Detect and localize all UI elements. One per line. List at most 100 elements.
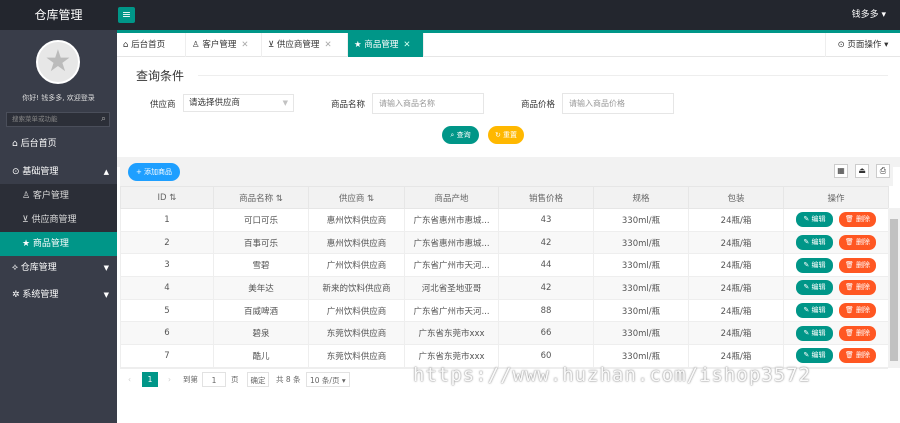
- col-supplier[interactable]: 供应商 ⇅: [308, 186, 405, 209]
- user-menu[interactable]: 钱多多 ▾: [852, 0, 886, 30]
- table-cell: 66: [498, 321, 594, 346]
- export-icon[interactable]: ⏏: [855, 164, 869, 178]
- supplier-label: 供应商: [150, 100, 176, 110]
- close-icon[interactable]: ✕: [241, 40, 248, 50]
- page-size-select[interactable]: 10 条/页 ▾: [306, 372, 350, 387]
- col-actions: 操作: [783, 186, 889, 209]
- table-row: 2 百事可乐 惠州饮料供应商 广东省惠州市惠城... 42 330ml/瓶 24瓶/箱 ✎ 编…: [120, 230, 889, 255]
- table-cell: 广东省惠州市惠城...: [404, 230, 499, 255]
- table-row: 3 雪碧 广州饮料供应商 广东省广州市天河... 44 330ml/瓶 24瓶/箱 ✎ 编辑 🗑…: [120, 253, 889, 278]
- goods-name-input[interactable]: 请输入商品名称: [372, 93, 484, 114]
- goods-table: ID ⇅ 商品名称 ⇅ 供应商 ⇅ 商品产地 销售价格 规格 包装 操作 1 可口…: [120, 186, 889, 368]
- sidebar-item-customers[interactable]: ♙ 客户管理: [0, 184, 117, 208]
- close-icon[interactable]: ✕: [324, 40, 331, 50]
- table-cell: 330ml/瓶: [593, 230, 689, 255]
- tab-suppliers[interactable]: ⊻ 供应商管理 ✕: [262, 33, 348, 57]
- table-cell: 广东省东莞市xxx: [404, 321, 499, 346]
- table-cell: 广州饮料供应商: [308, 298, 405, 323]
- edit-button[interactable]: ✎ 编辑: [796, 235, 833, 251]
- sidebar-item-basic[interactable]: ⊙ 基础管理 ▲: [0, 160, 117, 184]
- table-cell: 广东省广州市天河...: [404, 253, 499, 278]
- sidebar-item-goods[interactable]: ★ 商品管理: [0, 232, 117, 256]
- delete-button[interactable]: 🗑 删除: [839, 325, 876, 341]
- table-cell: 330ml/瓶: [593, 276, 689, 300]
- page-1-button[interactable]: 1: [142, 372, 158, 387]
- table-header-row: ID ⇅ 商品名称 ⇅ 供应商 ⇅ 商品产地 销售价格 规格 包装 操作: [120, 186, 889, 209]
- columns-filter-icon[interactable]: ▦: [834, 164, 848, 178]
- sidebar-search-input[interactable]: 搜索菜单或功能 ⌕: [6, 112, 110, 127]
- next-page-icon[interactable]: ›: [168, 372, 171, 387]
- delete-button[interactable]: 🗑 删除: [839, 280, 876, 296]
- tab-customers[interactable]: ♙ 客户管理 ✕: [186, 33, 262, 57]
- page-unit-label: 页: [231, 375, 239, 384]
- page-operation-menu[interactable]: ⊙ 页面操作 ▾: [825, 33, 900, 57]
- close-icon[interactable]: ✕: [403, 40, 410, 50]
- chevron-down-icon: ▼: [103, 264, 109, 272]
- edit-button[interactable]: ✎ 编辑: [796, 212, 833, 228]
- table-cell: 24瓶/箱: [688, 321, 784, 346]
- query-button[interactable]: ⌕ 查询: [442, 126, 479, 144]
- add-goods-button[interactable]: + 添加商品: [128, 163, 180, 181]
- app-title: 仓库管理: [34, 8, 83, 22]
- goods-price-label: 商品价格: [521, 100, 556, 110]
- edit-button[interactable]: ✎ 编辑: [796, 303, 833, 319]
- row-actions: ✎ 编辑 🗑 删除: [783, 208, 889, 232]
- total-count: 共 8 条: [276, 375, 301, 384]
- table-cell: 东莞饮料供应商: [308, 321, 405, 346]
- delete-button[interactable]: 🗑 删除: [839, 303, 876, 319]
- table-cell: 1: [120, 208, 214, 232]
- goods-name-label: 商品名称: [331, 100, 366, 110]
- delete-button[interactable]: 🗑 删除: [839, 348, 876, 364]
- prev-page-icon[interactable]: ‹: [128, 372, 131, 387]
- sidebar-item-warehouse[interactable]: ⟡ 仓库管理 ▼: [0, 256, 117, 280]
- goto-confirm-button[interactable]: 确定: [247, 372, 269, 387]
- table-cell: 广州饮料供应商: [308, 253, 405, 278]
- edit-button[interactable]: ✎ 编辑: [796, 280, 833, 296]
- table-cell: 百威啤酒: [213, 298, 309, 323]
- scrollbar-thumb[interactable]: [890, 219, 898, 361]
- page-number-input[interactable]: 1: [202, 372, 226, 387]
- print-icon[interactable]: ⎙: [876, 164, 890, 178]
- table-cell: 新来的饮料供应商: [308, 276, 405, 300]
- table-cell: 88: [498, 298, 594, 323]
- edit-button[interactable]: ✎ 编辑: [796, 348, 833, 364]
- table-cell: 24瓶/箱: [688, 276, 784, 300]
- table-cell: 百事可乐: [213, 230, 309, 255]
- delete-button[interactable]: 🗑 删除: [839, 235, 876, 251]
- goods-price-input[interactable]: 请输入商品价格: [562, 93, 674, 114]
- footer-space: [117, 392, 900, 423]
- col-goods-name[interactable]: 商品名称 ⇅: [213, 186, 309, 209]
- greeting: 你好! 钱多多, 欢迎登录: [22, 94, 95, 102]
- table-cell: 24瓶/箱: [688, 230, 784, 255]
- menu-toggle-icon[interactable]: ≡: [118, 7, 135, 23]
- table-cell: 330ml/瓶: [593, 321, 689, 346]
- tab-bar: ⌂ 后台首页 ♙ 客户管理 ✕ ⊻ 供应商管理 ✕ ★ 商品管理 ✕ ⊙ 页面操作 ▾: [117, 33, 900, 57]
- col-id[interactable]: ID ⇅: [120, 186, 214, 209]
- delete-button[interactable]: 🗑 删除: [839, 257, 876, 273]
- table-cell: 惠州饮料供应商: [308, 230, 405, 255]
- avatar: ★: [36, 40, 80, 84]
- tab-home[interactable]: ⌂ 后台首页: [117, 33, 186, 57]
- table-cell: 2: [120, 230, 214, 255]
- delete-button[interactable]: 🗑 删除: [839, 212, 876, 228]
- table-cell: 6: [120, 321, 214, 346]
- chevron-down-icon: ▼: [103, 291, 109, 299]
- col-package: 包装: [688, 186, 784, 209]
- sidebar-item-home[interactable]: ⌂ 后台首页: [0, 132, 117, 156]
- table-cell: 43: [498, 208, 594, 232]
- row-actions: ✎ 编辑 🗑 删除: [783, 276, 889, 300]
- table-cell: 东莞饮料供应商: [308, 344, 405, 368]
- supplier-select[interactable]: 请选择供应商 ▼: [183, 94, 294, 112]
- search-icon[interactable]: ⌕: [101, 113, 106, 126]
- edit-button[interactable]: ✎ 编辑: [796, 257, 833, 273]
- sidebar-item-suppliers[interactable]: ⊻ 供应商管理: [0, 208, 117, 232]
- chevron-up-icon: ▲: [103, 168, 109, 176]
- table-cell: 广东省惠州市惠城...: [404, 208, 499, 232]
- search-placeholder: 搜索菜单或功能: [12, 115, 58, 123]
- table-cell: 24瓶/箱: [688, 253, 784, 278]
- edit-button[interactable]: ✎ 编辑: [796, 325, 833, 341]
- reset-button[interactable]: ↻ 重置: [488, 126, 524, 144]
- tab-goods[interactable]: ★ 商品管理 ✕: [348, 33, 424, 57]
- table-cell: 酷儿: [213, 344, 309, 368]
- sidebar-item-system[interactable]: ✲ 系统管理 ▼: [0, 283, 117, 307]
